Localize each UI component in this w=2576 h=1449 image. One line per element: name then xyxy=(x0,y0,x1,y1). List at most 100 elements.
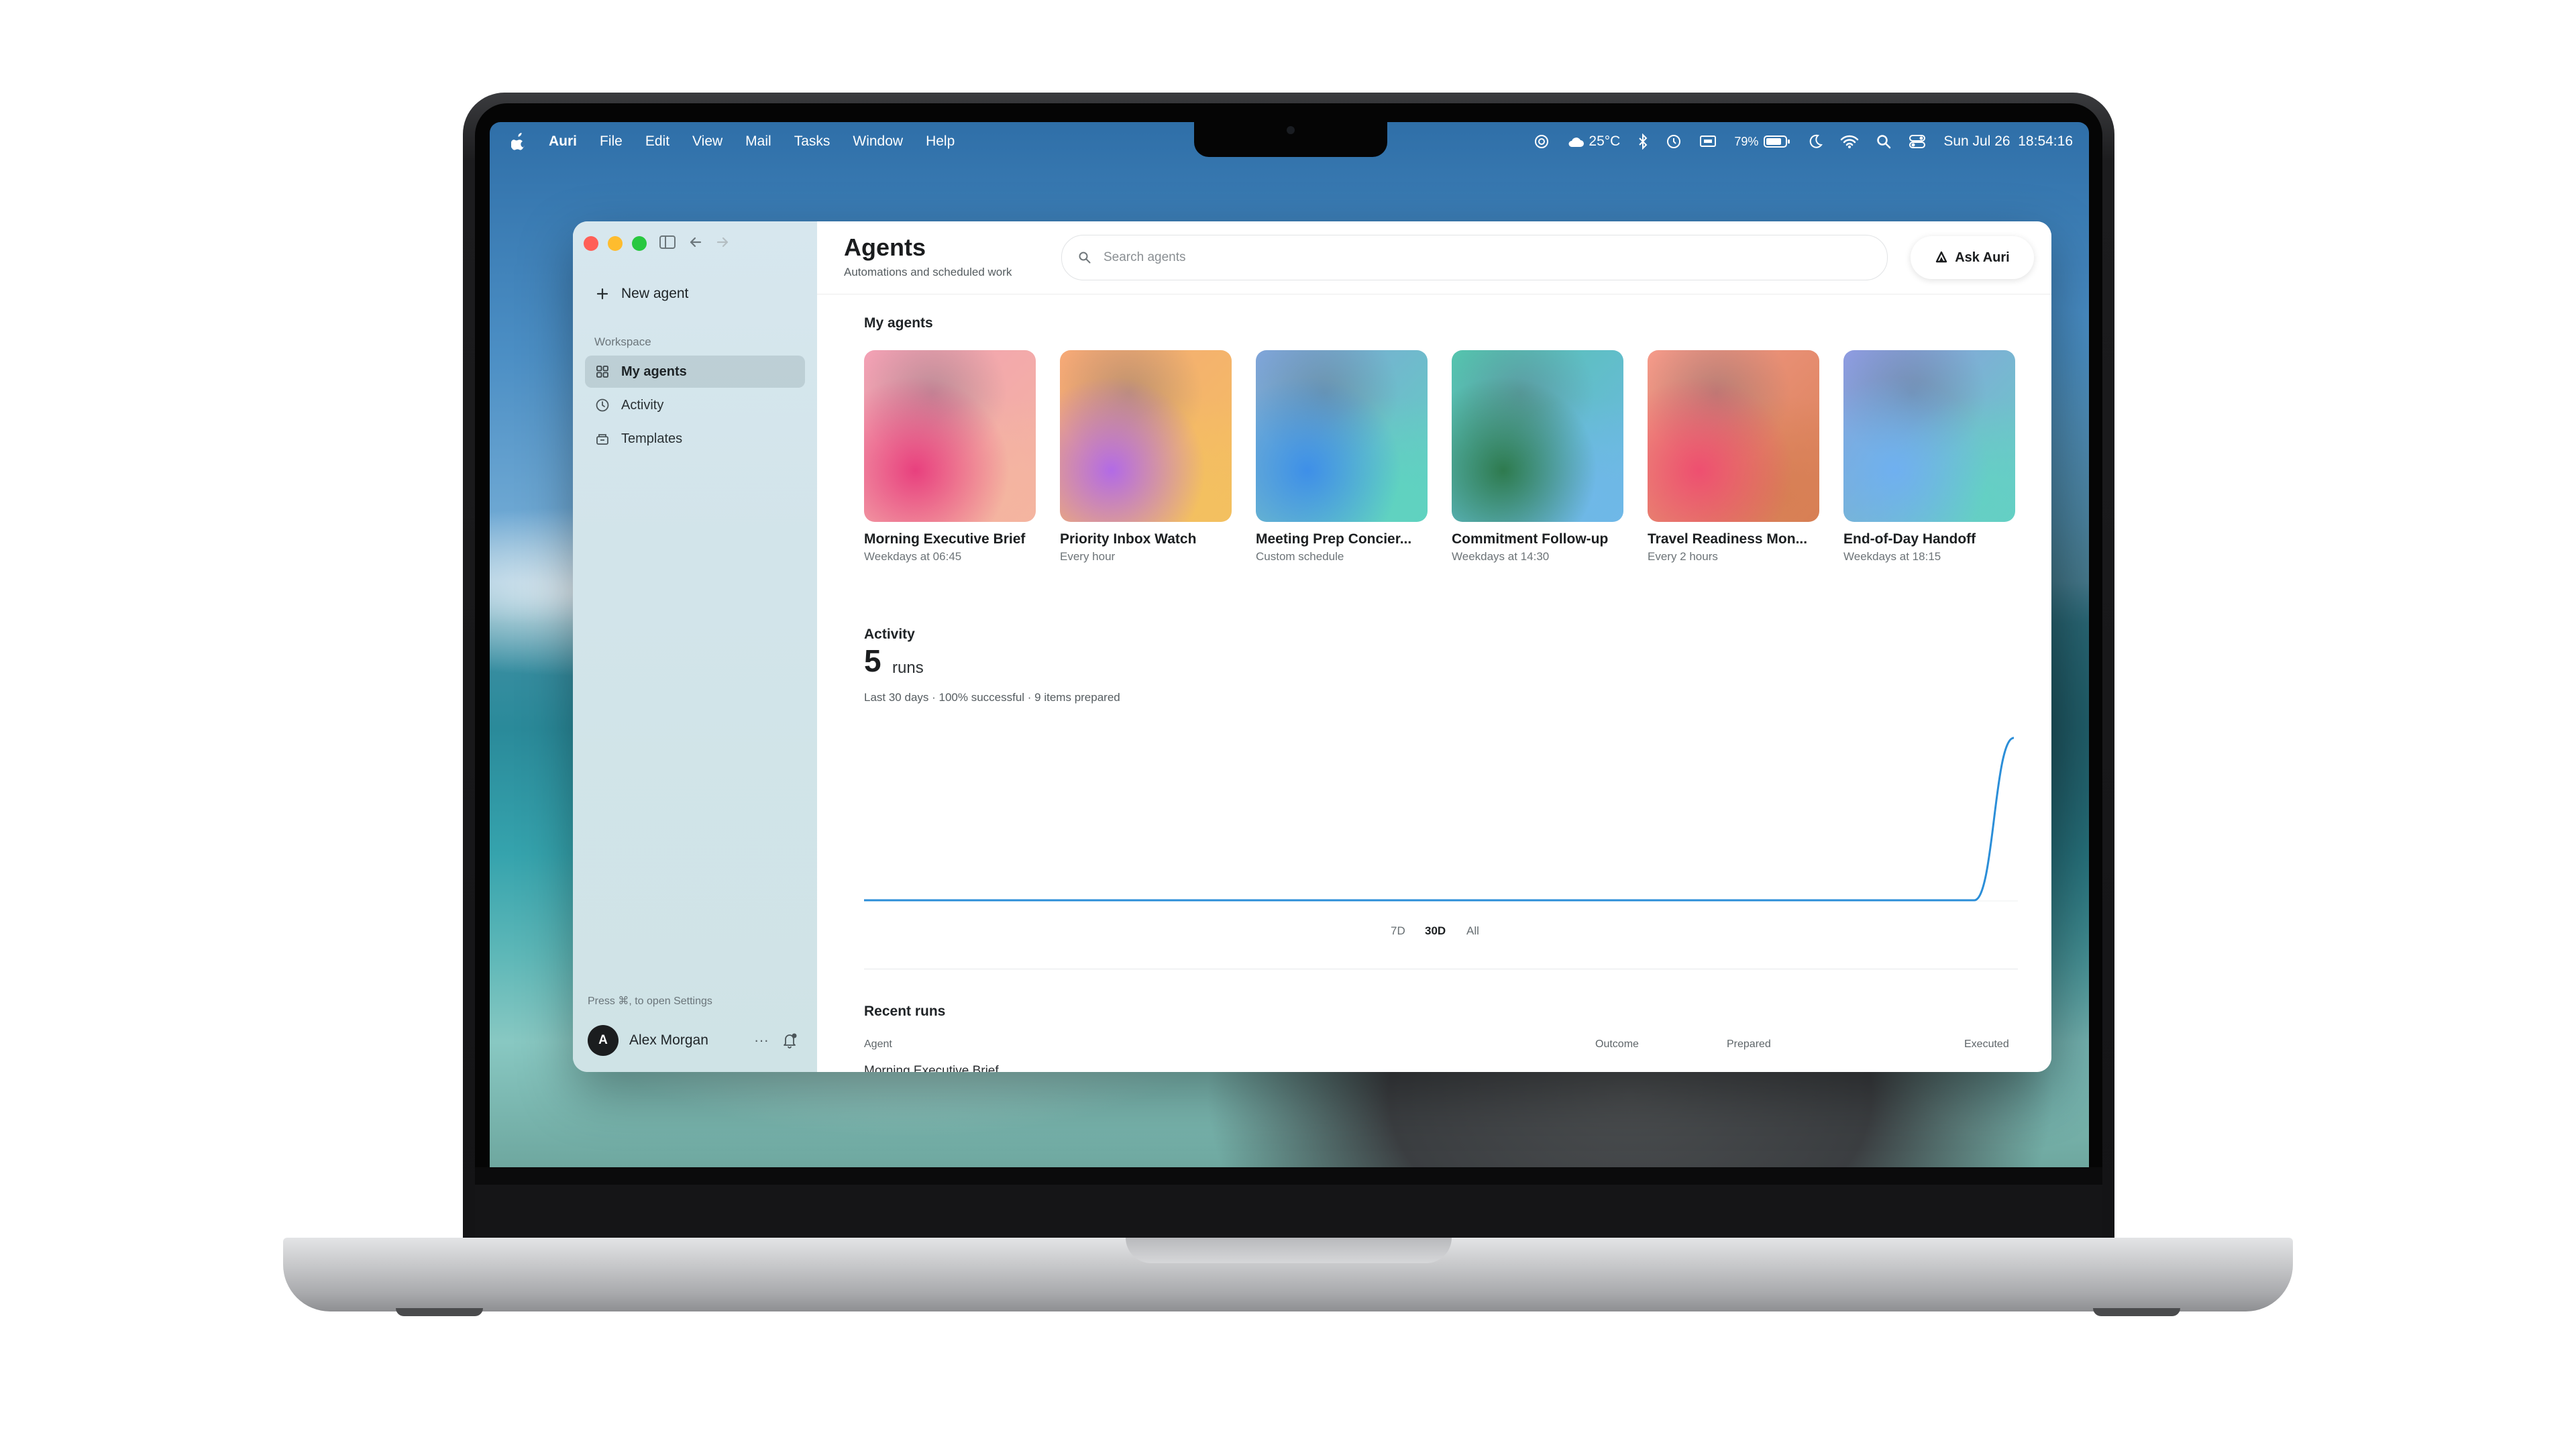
bluetooth-icon[interactable] xyxy=(1638,133,1648,150)
agent-thumbnail xyxy=(864,350,1036,522)
activity-line xyxy=(864,737,2015,902)
new-agent-label: New agent xyxy=(621,286,689,301)
auri-logo-icon xyxy=(1936,251,1947,263)
agent-thumbnail xyxy=(1060,350,1232,522)
agent-thumbnail xyxy=(1843,350,2015,522)
agent-schedule: Custom schedule xyxy=(1256,550,1344,563)
zoom-window-button[interactable] xyxy=(632,236,647,251)
moon-icon[interactable] xyxy=(1808,134,1823,149)
activity-chart xyxy=(864,737,2018,902)
table-row[interactable]: Morning Executive Brief xyxy=(864,1064,999,1072)
search-input[interactable] xyxy=(1102,250,1843,266)
column-header-outcome[interactable]: Outcome xyxy=(1595,1038,1639,1051)
openai-icon[interactable] xyxy=(1534,133,1550,150)
sidebar-item-label: Templates xyxy=(621,431,683,446)
agent-name: End-of-Day Handoff xyxy=(1843,531,1976,547)
runs-summary: Last 30 days · 100% successful · 9 items… xyxy=(864,691,1120,704)
wifi-icon[interactable] xyxy=(1840,134,1859,149)
sidebar-toggle-icon[interactable] xyxy=(659,233,676,251)
menu-tasks[interactable]: Tasks xyxy=(794,133,830,150)
page-subtitle: Automations and scheduled work xyxy=(844,266,1012,278)
weather-status[interactable]: 25°C xyxy=(1567,133,1620,150)
menu-file[interactable]: File xyxy=(600,133,623,150)
sidebar-item-label: Activity xyxy=(621,397,664,413)
runs-count: 5 xyxy=(864,643,881,678)
camera-icon xyxy=(1287,126,1295,134)
range-7d[interactable]: 7D xyxy=(1391,924,1405,938)
agent-thumbnail xyxy=(1452,350,1623,522)
runs-label: runs xyxy=(892,659,924,677)
display-icon[interactable] xyxy=(1699,134,1717,149)
battery-icon xyxy=(1764,136,1790,148)
user-profile[interactable]: A Alex Morgan ··· xyxy=(588,1024,805,1057)
agent-schedule: Weekdays at 18:15 xyxy=(1843,550,1941,563)
user-name: Alex Morgan xyxy=(629,1032,708,1048)
weather-temp: 25°C xyxy=(1589,133,1621,149)
agent-name: Morning Executive Brief xyxy=(864,531,1026,547)
sidebar-section-title: Workspace xyxy=(594,335,651,348)
laptop-foot-left xyxy=(396,1308,483,1316)
agent-thumbnail xyxy=(1648,350,1819,522)
more-options-icon[interactable]: ··· xyxy=(754,1032,769,1049)
close-window-button[interactable] xyxy=(584,236,598,251)
app-window: New agent Workspace My agents Activity T… xyxy=(573,221,2051,1072)
agent-card[interactable]: Commitment Follow-up Weekdays at 14:30 xyxy=(1452,350,1623,564)
agent-card[interactable]: Meeting Prep Concier... Custom schedule xyxy=(1256,350,1428,564)
range-30d[interactable]: 30D xyxy=(1425,924,1446,938)
menu-edit[interactable]: Edit xyxy=(645,133,669,150)
column-header-executed[interactable]: Executed xyxy=(1964,1038,2009,1051)
range-all[interactable]: All xyxy=(1466,924,1479,938)
agent-name: Meeting Prep Concier... xyxy=(1256,531,1412,547)
agent-card[interactable]: Priority Inbox Watch Every hour xyxy=(1060,350,1232,564)
menu-clock[interactable]: Sun Jul 26 18:54:16 xyxy=(1943,133,2073,150)
control-center-icon[interactable] xyxy=(1909,134,1926,149)
sidebar-item-templates[interactable]: Templates xyxy=(585,423,805,455)
menu-window[interactable]: Window xyxy=(853,133,903,150)
sidebar-item-activity[interactable]: Activity xyxy=(585,389,805,421)
main-content: Agents Automations and scheduled work As… xyxy=(817,221,2051,1072)
agent-thumbnail xyxy=(1256,350,1428,522)
top-bar: Agents Automations and scheduled work As… xyxy=(817,221,2051,294)
forward-arrow-icon[interactable] xyxy=(714,233,731,251)
time-machine-icon[interactable] xyxy=(1666,133,1682,150)
clock-icon xyxy=(594,397,610,413)
bell-icon[interactable] xyxy=(781,1032,798,1049)
cloud-icon xyxy=(1568,138,1585,147)
agent-schedule: Weekdays at 14:30 xyxy=(1452,550,1550,563)
agent-schedule: Every 2 hours xyxy=(1648,550,1718,563)
agent-schedule: Weekdays at 06:45 xyxy=(864,550,962,563)
laptop-opening-notch xyxy=(1126,1238,1452,1263)
minimize-window-button[interactable] xyxy=(608,236,623,251)
sidebar-item-my-agents[interactable]: My agents xyxy=(585,356,805,388)
laptop-chin-strip xyxy=(475,1185,2102,1241)
agent-card[interactable]: Morning Executive Brief Weekdays at 06:45 xyxy=(864,350,1036,564)
ask-auri-button[interactable]: Ask Auri xyxy=(1911,236,2034,279)
menu-help[interactable]: Help xyxy=(926,133,955,150)
page-title: Agents xyxy=(844,233,926,261)
new-agent-button[interactable]: New agent xyxy=(596,286,688,302)
column-header-agent[interactable]: Agent xyxy=(864,1038,892,1051)
laptop-foot-right xyxy=(2093,1308,2180,1316)
agent-schedule: Every hour xyxy=(1060,550,1116,563)
menu-view[interactable]: View xyxy=(692,133,722,150)
agent-card[interactable]: End-of-Day Handoff Weekdays at 18:15 xyxy=(1843,350,2015,564)
recent-runs-title: Recent runs xyxy=(864,1004,946,1019)
back-arrow-icon[interactable] xyxy=(687,233,704,251)
battery-status[interactable]: 79% xyxy=(1734,135,1790,149)
search-icon xyxy=(1079,252,1091,264)
ask-auri-label: Ask Auri xyxy=(1955,250,2010,265)
agent-name: Priority Inbox Watch xyxy=(1060,531,1197,547)
agent-card[interactable]: Travel Readiness Mon... Every 2 hours xyxy=(1648,350,1819,564)
menu-app-name[interactable]: Auri xyxy=(549,133,577,150)
menu-extras: 25°C 79% Sun Jul 26 18:54:16 xyxy=(1534,122,2073,161)
spotlight-search-icon[interactable] xyxy=(1876,134,1891,149)
column-header-prepared[interactable]: Prepared xyxy=(1727,1038,1771,1051)
plus-icon xyxy=(596,288,608,300)
battery-percent: 79% xyxy=(1734,134,1759,148)
apple-icon[interactable] xyxy=(511,133,526,150)
menu-mail[interactable]: Mail xyxy=(745,133,771,150)
template-icon xyxy=(594,431,610,447)
search-bar[interactable] xyxy=(1061,235,1888,280)
agent-name: Travel Readiness Mon... xyxy=(1648,531,1808,547)
desktop-screen: Auri File Edit View Mail Tasks Window He… xyxy=(490,122,2089,1167)
